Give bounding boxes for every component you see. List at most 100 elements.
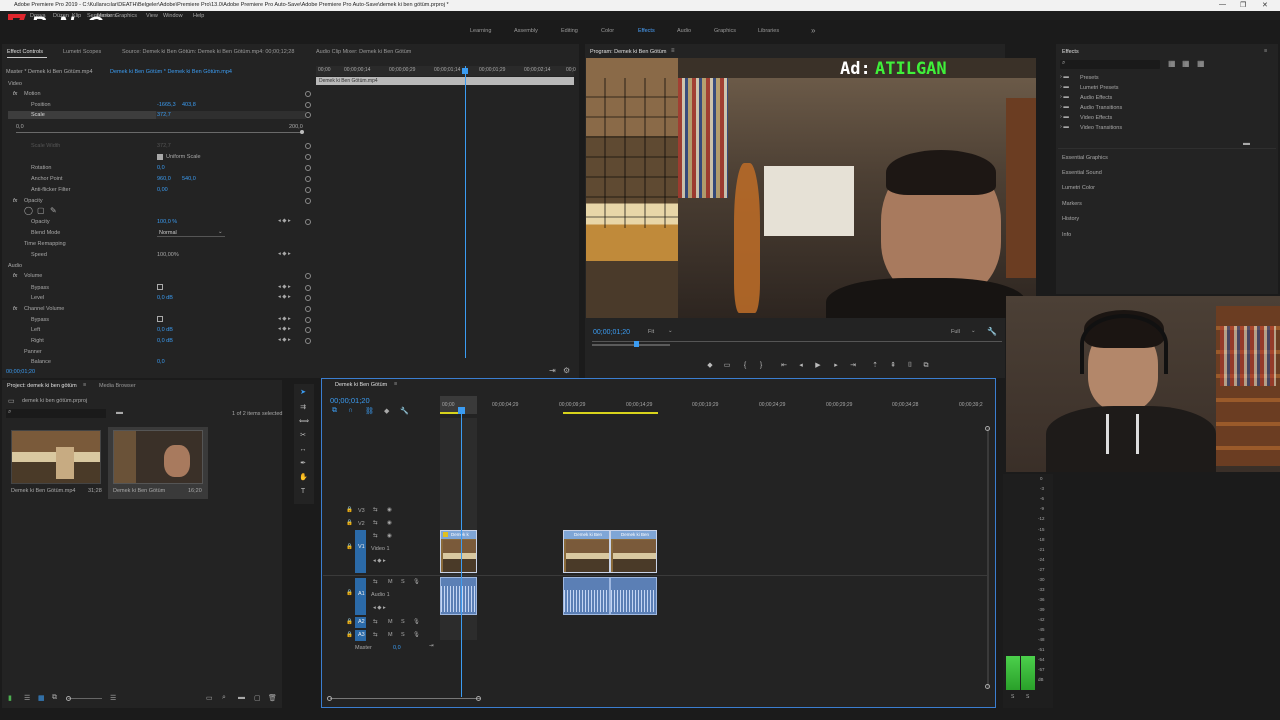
comparison-view-button[interactable]: ⧉ bbox=[922, 362, 930, 370]
bypass-checkbox[interactable] bbox=[157, 284, 163, 290]
project-item[interactable]: Demek ki Ben Götüm.mp4 31;28 bbox=[8, 427, 104, 499]
track-label-v3[interactable]: V3 bbox=[358, 508, 365, 514]
channel-volume-label[interactable]: Channel Volume bbox=[24, 306, 64, 312]
eye-icon[interactable]: ◉ bbox=[387, 507, 392, 513]
track-label-v2[interactable]: V2 bbox=[358, 521, 365, 527]
project-search-input[interactable]: ⌕ bbox=[6, 409, 106, 418]
solo-button[interactable]: S bbox=[401, 619, 405, 625]
lock-icon[interactable]: 🔒 bbox=[346, 544, 353, 550]
workspace-editing[interactable]: Editing bbox=[561, 28, 578, 34]
eye-icon[interactable]: ◉ bbox=[387, 533, 392, 539]
essential-sound-tab[interactable]: Essential Sound bbox=[1062, 170, 1102, 176]
new-bin-icon[interactable]: ▬ bbox=[238, 694, 245, 701]
workspace-learning[interactable]: Learning bbox=[470, 28, 491, 34]
tab-project[interactable]: Project: demek ki ben götüm bbox=[7, 383, 77, 389]
type-tool-icon[interactable]: T bbox=[299, 488, 307, 496]
quality-select[interactable]: Full ⌄ bbox=[951, 328, 979, 336]
mark-out-button[interactable]: { bbox=[741, 362, 749, 370]
tab-media-browser[interactable]: Media Browser bbox=[99, 383, 136, 389]
step-forward-button[interactable]: ▸ bbox=[832, 362, 840, 370]
keyframe-nav-icon[interactable]: ◂ ◆ ▸ bbox=[278, 218, 291, 224]
add-marker-button[interactable]: ◆ bbox=[706, 362, 714, 370]
keyframe-nav-icon[interactable]: ◂ ◆ ▸ bbox=[278, 294, 291, 300]
sync-lock-icon[interactable]: ⇆ bbox=[373, 619, 378, 625]
export-frame-icon[interactable]: ⇥ bbox=[549, 366, 556, 375]
lock-icon[interactable]: 🔒 bbox=[346, 590, 353, 596]
master-clip-label[interactable]: Master * Demek ki Ben Götüm.mp4 bbox=[6, 69, 93, 75]
selection-tool-icon[interactable]: ➤ bbox=[299, 389, 307, 397]
lumetri-color-tab[interactable]: Lumetri Color bbox=[1062, 185, 1095, 191]
horizontal-scrollbar[interactable] bbox=[330, 698, 480, 699]
go-to-in-point-button[interactable]: ⇤ bbox=[780, 362, 788, 370]
eye-icon[interactable]: ◉ bbox=[387, 520, 392, 526]
reset-icon[interactable] bbox=[305, 317, 311, 323]
mute-button[interactable]: M bbox=[388, 619, 393, 625]
opacity-value[interactable]: 100,0 % bbox=[157, 219, 177, 225]
nest-icon[interactable]: ⧉ bbox=[332, 407, 337, 415]
keyframe-nav-icon[interactable]: ◂ ◆ ▸ bbox=[278, 316, 291, 322]
timeline-settings-icon[interactable]: 🔧 bbox=[400, 407, 409, 415]
go-to-end-icon[interactable]: ⇥ bbox=[429, 643, 434, 649]
timeline-playhead-handle[interactable] bbox=[458, 407, 465, 414]
keyframe-nav-icon[interactable]: ◂ ◆ ▸ bbox=[278, 337, 291, 343]
level-value[interactable]: 0,0 dB bbox=[157, 295, 173, 301]
blend-mode-select[interactable]: Normal ⌄ bbox=[157, 229, 225, 237]
reset-icon[interactable] bbox=[305, 112, 311, 118]
sync-lock-icon[interactable]: ⇆ bbox=[373, 507, 378, 513]
microphone-icon[interactable]: 🎙 bbox=[413, 579, 420, 585]
ellipse-mask-icon[interactable]: ◯ bbox=[24, 206, 33, 215]
workspace-libraries[interactable]: Libraries bbox=[758, 28, 779, 34]
keyframe-nav-icon[interactable]: ◂ ◆ ▸ bbox=[278, 284, 291, 290]
master-track-value[interactable]: 0,0 bbox=[393, 645, 401, 651]
reset-icon[interactable] bbox=[305, 306, 311, 312]
ec-playhead-handle[interactable] bbox=[462, 68, 468, 74]
go-to-out-point-button[interactable]: ⇥ bbox=[849, 362, 857, 370]
pen-mask-icon[interactable]: ✎ bbox=[50, 206, 57, 215]
uniform-scale-checkbox[interactable] bbox=[157, 154, 163, 160]
hamburger-menu-icon[interactable]: ≡ bbox=[83, 382, 86, 388]
essential-graphics-tab[interactable]: Essential Graphics bbox=[1062, 155, 1108, 161]
anchor-y-value[interactable]: 540,0 bbox=[182, 176, 196, 182]
solo-right-button[interactable]: S bbox=[1026, 694, 1029, 700]
mute-button[interactable]: M bbox=[388, 632, 393, 638]
razor-tool-icon[interactable]: ✂ bbox=[299, 432, 307, 440]
hamburger-menu-icon[interactable]: ≡ bbox=[394, 381, 397, 387]
vertical-scrollbar[interactable] bbox=[987, 428, 989, 688]
reset-icon[interactable] bbox=[305, 198, 311, 204]
trash-icon[interactable]: 🗑 bbox=[268, 694, 277, 702]
keyframe-nav-icon[interactable]: ◂ ◆ ▸ bbox=[278, 251, 291, 257]
close-button[interactable]: ✕ bbox=[1262, 1, 1268, 9]
pen-tool-icon[interactable]: ✒ bbox=[299, 460, 307, 468]
automate-to-sequence-icon[interactable]: ▭ bbox=[206, 694, 213, 702]
reset-icon[interactable] bbox=[305, 91, 311, 97]
effects-folder[interactable]: › ▬ Audio Transitions bbox=[1060, 103, 1180, 113]
lock-icon[interactable]: 🔒 bbox=[346, 632, 353, 638]
solo-button[interactable]: S bbox=[401, 632, 405, 638]
menu-help[interactable]: Help bbox=[193, 13, 204, 19]
reset-icon[interactable] bbox=[305, 219, 311, 225]
new-bin-icon[interactable]: ▬ bbox=[1243, 140, 1250, 147]
reset-icon[interactable] bbox=[305, 338, 311, 344]
find-icon[interactable]: ⌕ bbox=[222, 694, 226, 702]
settings-icon[interactable]: ⚙ bbox=[563, 366, 570, 375]
lock-icon[interactable]: 🔒 bbox=[346, 619, 353, 625]
video-clip[interactable]: Demek k bbox=[440, 530, 477, 573]
scale-slider[interactable] bbox=[16, 132, 303, 133]
track-select-tool-icon[interactable]: ⇉ bbox=[299, 404, 307, 412]
freeform-view-icon[interactable]: ⧉ bbox=[52, 694, 57, 702]
rectangle-mask-icon[interactable]: ▢ bbox=[37, 206, 45, 215]
track-label-a2[interactable]: A2 bbox=[358, 619, 365, 625]
lock-icon[interactable]: ▮ bbox=[8, 694, 12, 702]
lock-icon[interactable]: 🔒 bbox=[346, 520, 353, 526]
keyframe-nav-icon[interactable]: ◂ ◆ ▸ bbox=[373, 605, 386, 611]
effects-panel-title[interactable]: Effects bbox=[1062, 49, 1079, 55]
markers-tab[interactable]: Markers bbox=[1062, 201, 1082, 207]
effects-folder[interactable]: › ▬ Presets bbox=[1060, 73, 1180, 83]
position-y-value[interactable]: 403,8 bbox=[182, 102, 196, 108]
reset-icon[interactable] bbox=[305, 285, 311, 291]
scale-value[interactable]: 372,7 bbox=[157, 112, 171, 118]
time-remapping-label[interactable]: Time Remapping bbox=[24, 241, 66, 247]
timeline-timecode[interactable]: 00;00;01;20 bbox=[330, 396, 370, 405]
workspace-effects[interactable]: Effects bbox=[638, 28, 655, 34]
wrench-icon[interactable]: 🔧 bbox=[987, 327, 997, 336]
